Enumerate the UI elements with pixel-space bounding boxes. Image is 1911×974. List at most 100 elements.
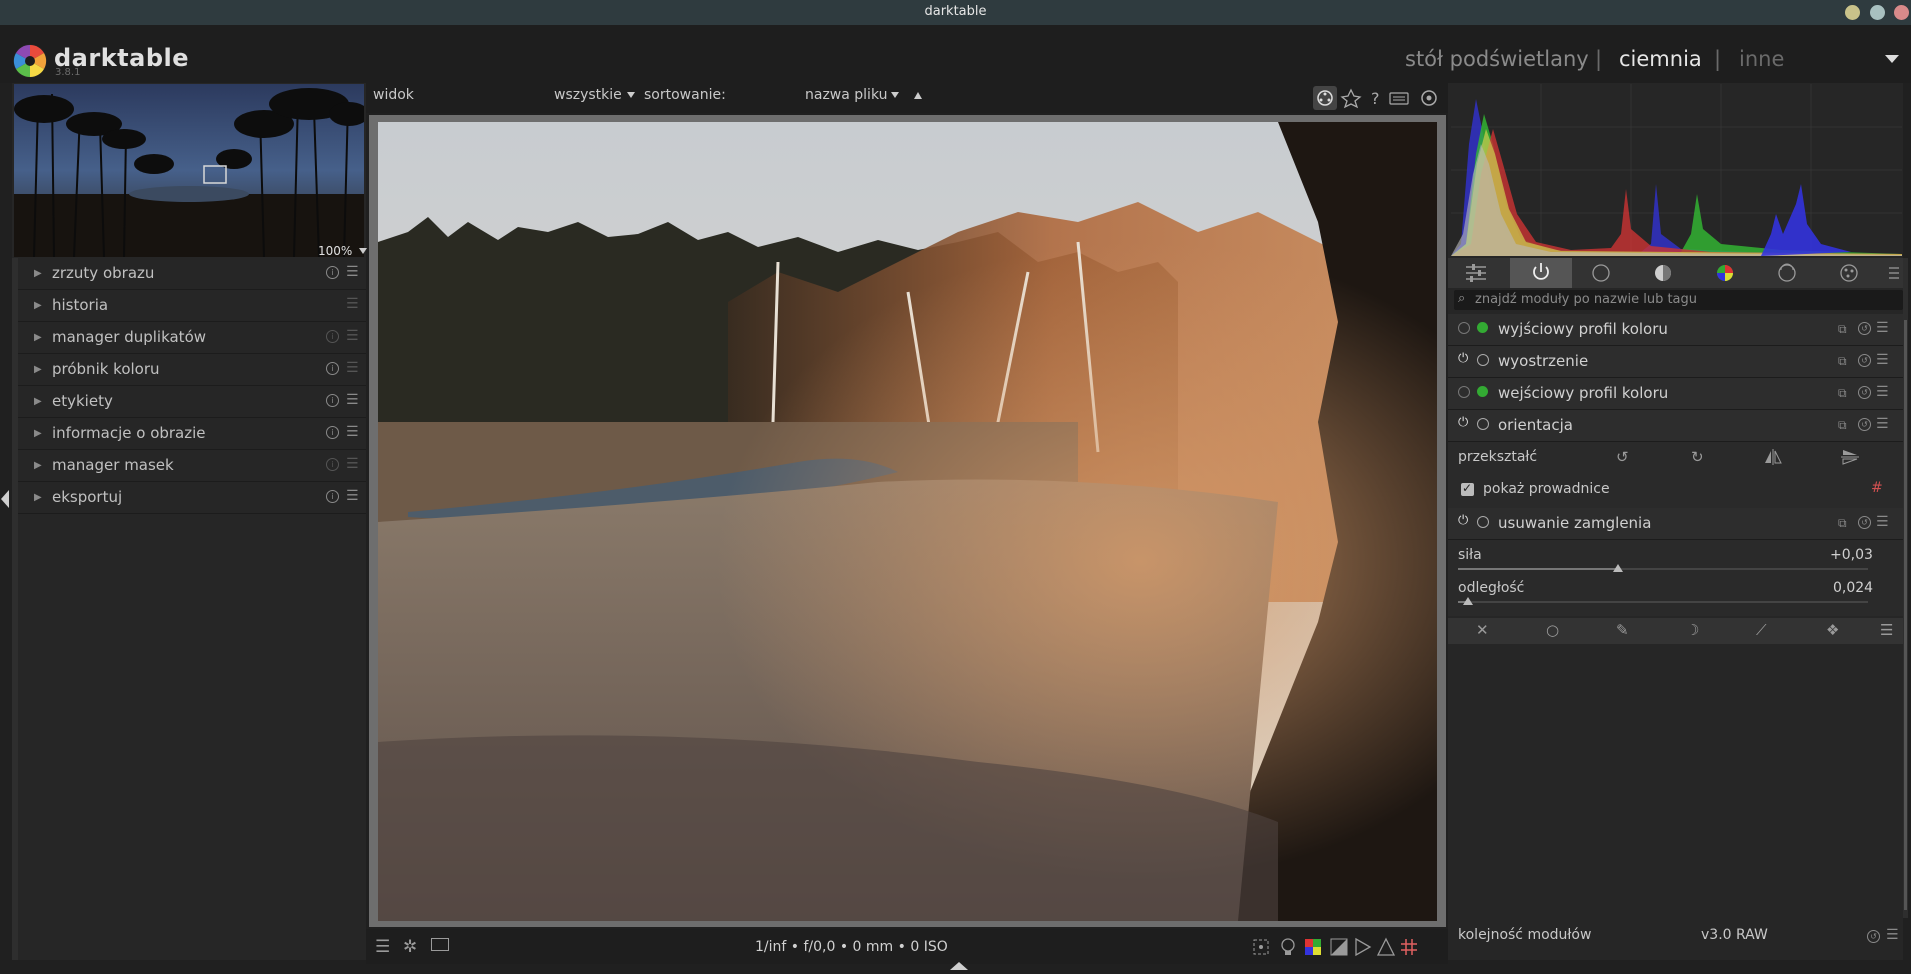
styles-icon[interactable]: ✲ [403,937,417,957]
flip-vertical-icon[interactable] [1841,449,1859,465]
presets-menu-icon[interactable]: ☰ [1880,621,1893,639]
view-other[interactable]: inne [1739,47,1784,71]
zoom-level[interactable]: 100% [318,244,352,258]
multi-instance-icon[interactable]: ⧉ [1838,354,1847,369]
guides-grid-icon[interactable] [1401,939,1417,955]
focus-peaking-icon[interactable] [1313,86,1337,110]
filter-dropdown[interactable]: wszystkie [554,87,622,103]
multi-instance-icon[interactable]: ⧉ [1838,516,1847,531]
reset-icon[interactable]: ↺ [1858,516,1871,529]
power-icon[interactable]: ⏻ [1458,513,1470,528]
right-scrollbar-thumb[interactable] [1904,320,1907,910]
zoom-dropdown-icon[interactable] [359,248,367,254]
close-button[interactable] [1894,5,1909,20]
close-icon[interactable]: ✕ [1476,621,1489,639]
effects-modules-tab-icon[interactable] [1840,264,1858,282]
module-export[interactable]: ▶ eksportuj i ☰ [18,482,366,514]
module-tagging[interactable]: ▶ etykiety i ☰ [18,386,366,418]
guides-grid-icon[interactable]: # [1871,480,1883,496]
reset-icon[interactable]: ↺ [1858,354,1871,367]
reset-icon[interactable]: i [326,266,339,279]
module-output-color-profile[interactable]: wyjściowy profil koloru ⧉ ↺ ☰ [1448,314,1903,346]
reset-icon[interactable]: ↺ [1858,386,1871,399]
presets-menu-icon[interactable]: ☰ [346,328,359,344]
star-icon[interactable] [1340,88,1362,109]
presets-menu-icon[interactable]: ☰ [346,264,359,280]
help-icon[interactable]: ? [1371,89,1380,108]
presets-menu-icon[interactable]: ☰ [346,296,359,312]
bottom-panel-collapse-icon[interactable] [950,962,968,970]
bulb-icon[interactable] [1281,938,1295,952]
quick-access-tab-icon[interactable] [1466,264,1486,282]
reset-icon[interactable]: i [326,426,339,439]
module-order-value[interactable]: v3.0 RAW [1701,927,1768,943]
navigation-thumbnail[interactable] [14,84,364,257]
power-icon[interactable]: ⏻ [1458,415,1470,430]
module-history[interactable]: ▶ historia ☰ [18,290,366,322]
module-haze-removal[interactable]: ⏻ usuwanie zamglenia ⧉ ↺ ☰ [1448,508,1903,540]
show-guides-checkbox[interactable]: ✓ [1461,481,1474,496]
parametric-mask-icon[interactable]: ❖ [1826,621,1839,639]
presets-menu-icon[interactable]: ☰ [1886,927,1899,943]
multi-instance-icon[interactable]: ⧉ [1838,418,1847,433]
main-image-canvas[interactable] [378,122,1437,921]
presets-menu-icon[interactable]: ☰ [1876,384,1889,400]
circle-mask-icon[interactable]: ○ [1546,621,1559,639]
presets-menu-icon[interactable]: ☰ [1876,514,1889,530]
presets-menu-icon[interactable]: ☰ [346,424,359,440]
strength-slider-handle[interactable] [1613,564,1623,572]
chevron-down-icon[interactable] [627,92,635,98]
reset-icon[interactable]: ↺ [1858,418,1871,431]
active-modules-tab[interactable] [1510,258,1572,288]
presets-menu-icon[interactable]: ☰ [346,360,359,376]
reset-icon[interactable]: ↺ [1858,322,1871,335]
reset-icon[interactable]: ↺ [1867,930,1880,943]
presets-menu-icon[interactable]: ☰ [346,488,359,504]
distance-slider-handle[interactable] [1463,597,1473,605]
sort-order-icon[interactable] [914,92,922,99]
raw-overexposed-icon[interactable] [1355,937,1372,957]
multi-instance-icon[interactable]: ⧉ [1838,386,1847,401]
left-panel-collapse-icon[interactable] [1,490,9,508]
reset-icon[interactable]: i [326,458,339,471]
power-icon[interactable]: ⏻ [1458,351,1470,366]
minimize-button[interactable] [1845,5,1860,20]
module-image-information[interactable]: ▶ informacje o obrazie i ☰ [18,418,366,450]
reset-icon[interactable]: i [326,394,339,407]
warning-icon[interactable] [1376,937,1396,956]
base-modules-tab-icon[interactable] [1592,264,1610,282]
module-color-picker[interactable]: ▶ próbnik koloru i ☰ [18,354,366,386]
multi-instance-icon[interactable]: ⧉ [1838,322,1847,337]
distance-slider[interactable] [1458,601,1868,603]
maximize-button[interactable] [1870,5,1885,20]
module-input-color-profile[interactable]: wejściowy profil koloru ⧉ ↺ ☰ [1448,378,1903,410]
histogram[interactable] [1451,84,1902,256]
flip-horizontal-icon[interactable] [1764,449,1782,465]
gradient-mask-icon[interactable]: ⟋ [1756,621,1767,639]
module-snapshots[interactable]: ▶ zrzuty obrazu i ☰ [18,258,366,290]
presets-menu-icon[interactable]: ☰ [1876,416,1889,432]
module-mask-manager[interactable]: ▶ manager masek i ☰ [18,450,366,482]
gamut-check-icon[interactable] [1305,939,1313,947]
brush-mask-icon[interactable]: ✎ [1616,621,1629,639]
chevron-down-icon[interactable] [891,92,899,98]
presets-menu-icon[interactable]: ☰ [1876,352,1889,368]
reset-icon[interactable]: i [326,330,339,343]
module-orientation[interactable]: ⏻ orientacja ⧉ ↺ ☰ [1448,410,1903,442]
view-lighttable[interactable]: stół podświetlany [1405,47,1589,71]
reset-icon[interactable]: i [326,362,339,375]
module-duplicate-manager[interactable]: ▶ manager duplikatów i ☰ [18,322,366,354]
chevron-down-icon[interactable] [1885,55,1899,63]
rotate-ccw-icon[interactable]: ↺ [1616,448,1629,466]
module-search-input[interactable]: ⌕ znajdź moduły po nazwie lub tagu [1454,290,1903,310]
keyboard-icon[interactable] [1389,92,1409,105]
display-icon[interactable] [431,938,449,951]
view-darkroom[interactable]: ciemnia [1619,47,1702,71]
presets-menu-icon[interactable]: ☰ [1876,320,1889,336]
presets-menu-icon[interactable] [1889,267,1899,279]
rotate-cw-icon[interactable]: ↻ [1691,448,1704,466]
reset-icon[interactable]: i [326,490,339,503]
presets-menu-icon[interactable]: ☰ [346,392,359,408]
sort-dropdown[interactable]: nazwa pliku [805,87,888,103]
presets-menu-icon[interactable]: ☰ [346,456,359,472]
